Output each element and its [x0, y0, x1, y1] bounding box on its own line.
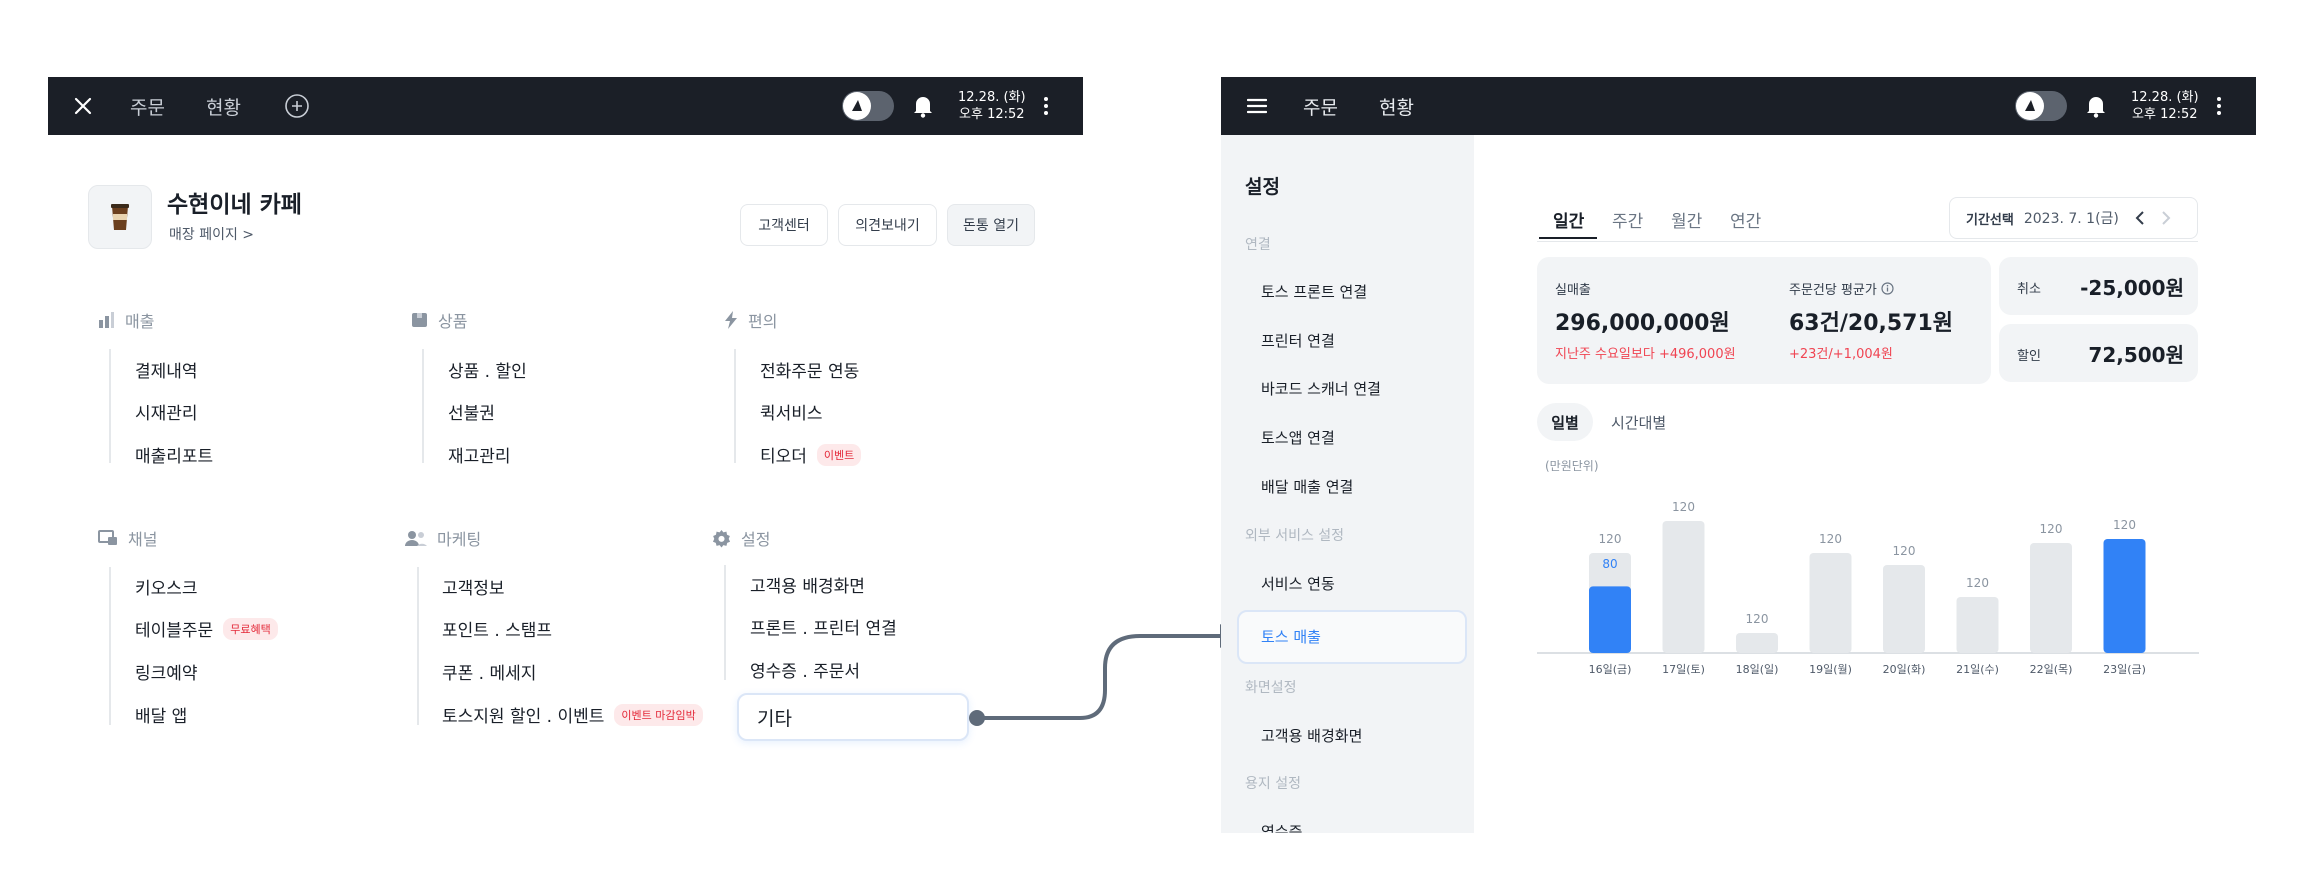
top-bar: 주문 현황 12.28. (화) 오후 12:52 — [1221, 77, 2256, 135]
sidebar-item-barcode-scanner[interactable]: 바코드 스캐너 연결 — [1261, 378, 1381, 399]
bar-value-label: 120 — [1966, 576, 1989, 590]
bar — [1956, 597, 1999, 653]
sidebar-item-label: 토스 매출 — [1261, 628, 1321, 646]
kebab-icon — [2217, 94, 2221, 118]
sidebar-item-delivery-sales[interactable]: 배달 매출 연결 — [1261, 476, 1353, 497]
cancel-label: 취소 — [2017, 282, 2041, 297]
tab-yearly[interactable]: 연간 — [1730, 207, 1761, 232]
date-text: 12.28. (화) — [2131, 90, 2199, 105]
avg-per-order-label: 주문건당 평균가 — [1789, 283, 1877, 298]
net-sales-label: 실매출 — [1555, 283, 1591, 298]
hamburger-icon — [1247, 98, 1267, 114]
sales-summary-card: 실매출 296,000,000원 지난주 수요일보다 +496,000원 주문건… — [1537, 257, 1991, 384]
net-sales-value: 296,000,000원 — [1555, 311, 1730, 336]
time-text: 오후 12:52 — [2132, 107, 2198, 122]
divider — [1537, 241, 2198, 242]
more-button[interactable] — [2217, 77, 2221, 135]
bar — [1662, 521, 1705, 653]
x-tick-label: 17일(토) — [1662, 662, 1705, 676]
bar-highlight — [1589, 586, 1631, 653]
date-picker-label: 기간선택 — [1966, 212, 2014, 228]
x-tick-label: 21일(수) — [1956, 662, 1999, 676]
chevron-left-icon[interactable] — [2135, 210, 2145, 226]
toss-logo-icon — [2025, 100, 2035, 111]
date-picker-value: 2023. 7. 1(금) — [2023, 211, 2119, 227]
bar-value-label: 120 — [2113, 518, 2136, 532]
net-sales-delta: 지난주 수요일보다 +496,000원 — [1555, 347, 1736, 362]
notification-button[interactable] — [2085, 77, 2107, 135]
unit-note: (만원단위) — [1545, 459, 1599, 473]
tab-by-hour[interactable]: 시간대별 — [1611, 412, 1666, 433]
bar-highlight-label: 80 — [1602, 557, 1617, 571]
settings-toss-sales-screen: 주문 현황 12.28. (화) 오후 12:52 설정 연결 토스 프론트 연결… — [1221, 77, 2256, 833]
bar-value-label: 120 — [1599, 532, 1622, 546]
x-tick-label: 22일(목) — [2030, 662, 2073, 676]
discount-card: 할인 72,500원 — [1999, 324, 2198, 382]
tab-orders[interactable]: 주문 — [1303, 77, 1338, 135]
tab-underline — [1539, 237, 1597, 239]
bar — [2103, 539, 2146, 653]
tab-daily[interactable]: 일간 — [1553, 207, 1584, 232]
x-tick-label: 16일(금) — [1589, 662, 1632, 676]
cancel-card: 취소 -25,000원 — [1999, 257, 2198, 315]
bar-value-label: 120 — [1893, 544, 1916, 558]
bar — [1736, 633, 1778, 653]
datetime: 12.28. (화) 오후 12:52 — [2131, 77, 2199, 135]
chevron-right-icon[interactable] — [2161, 210, 2171, 226]
bar-value-label: 120 — [2040, 522, 2063, 536]
avg-per-order-label-wrap: 주문건당 평균가 — [1789, 279, 1894, 298]
bar — [2030, 543, 2072, 653]
x-tick-label: 20일(화) — [1883, 662, 1926, 676]
bar — [1883, 565, 1925, 653]
avg-per-order-delta: +23건/+1,004원 — [1789, 347, 1893, 362]
cancel-value: -25,000원 — [2080, 276, 2184, 300]
sidebar-item-customer-background[interactable]: 고객용 배경화면 — [1261, 725, 1362, 746]
sidebar-item-receipt[interactable]: 영수증 — [1261, 821, 1302, 833]
sidebar-group-header: 외부 서비스 설정 — [1245, 528, 1345, 544]
sidebar-title: 설정 — [1245, 176, 1280, 198]
discount-label: 할인 — [2017, 349, 2041, 364]
tab-monthly[interactable]: 월간 — [1671, 207, 1702, 232]
sidebar-group-header: 용지 설정 — [1245, 776, 1301, 792]
x-tick-label: 19일(월) — [1809, 662, 1852, 676]
sidebar-item-printer[interactable]: 프린터 연결 — [1261, 330, 1335, 351]
tab-status[interactable]: 현황 — [1379, 77, 1414, 135]
bell-icon — [2087, 97, 2105, 118]
daily-sales-bar-chart: 80 120 16일(금) 120 17일(토) 120 18일(일) 120 19일(월) 12… — [1537, 500, 2199, 676]
sidebar-group-header: 화면설정 — [1245, 680, 1297, 696]
bar-value-label: 120 — [1819, 532, 1842, 546]
bar-value-label: 120 — [1672, 500, 1695, 514]
x-tick-label: 18일(일) — [1736, 662, 1779, 676]
bar — [1809, 553, 1852, 653]
tab-by-day[interactable]: 일별 — [1537, 403, 1593, 441]
arrow-line — [977, 634, 1220, 720]
tab-weekly[interactable]: 주간 — [1612, 207, 1643, 232]
sidebar-item-toss-sales-selected[interactable]: 토스 매출 — [1237, 610, 1467, 664]
x-tick-label: 23일(금) — [2103, 662, 2146, 676]
settings-sidebar: 설정 연결 토스 프론트 연결 프린터 연결 바코드 스캐너 연결 토스앱 연결… — [1221, 135, 1474, 833]
sidebar-item-toss-front[interactable]: 토스 프론트 연결 — [1261, 281, 1367, 302]
mode-toggle[interactable] — [2015, 77, 2067, 135]
discount-value: 72,500원 — [2088, 343, 2184, 367]
sidebar-item-service-integration[interactable]: 서비스 연동 — [1261, 573, 1335, 594]
avg-per-order-value: 63건/20,571원 — [1789, 311, 1954, 336]
bar-value-label: 120 — [1746, 612, 1769, 626]
date-picker[interactable]: 기간선택 2023. 7. 1(금) — [1949, 197, 2198, 239]
menu-button[interactable] — [1247, 77, 1267, 135]
sidebar-group-header: 연결 — [1245, 237, 1271, 253]
sidebar-item-toss-app[interactable]: 토스앱 연결 — [1261, 427, 1335, 448]
info-icon[interactable] — [1881, 282, 1894, 295]
